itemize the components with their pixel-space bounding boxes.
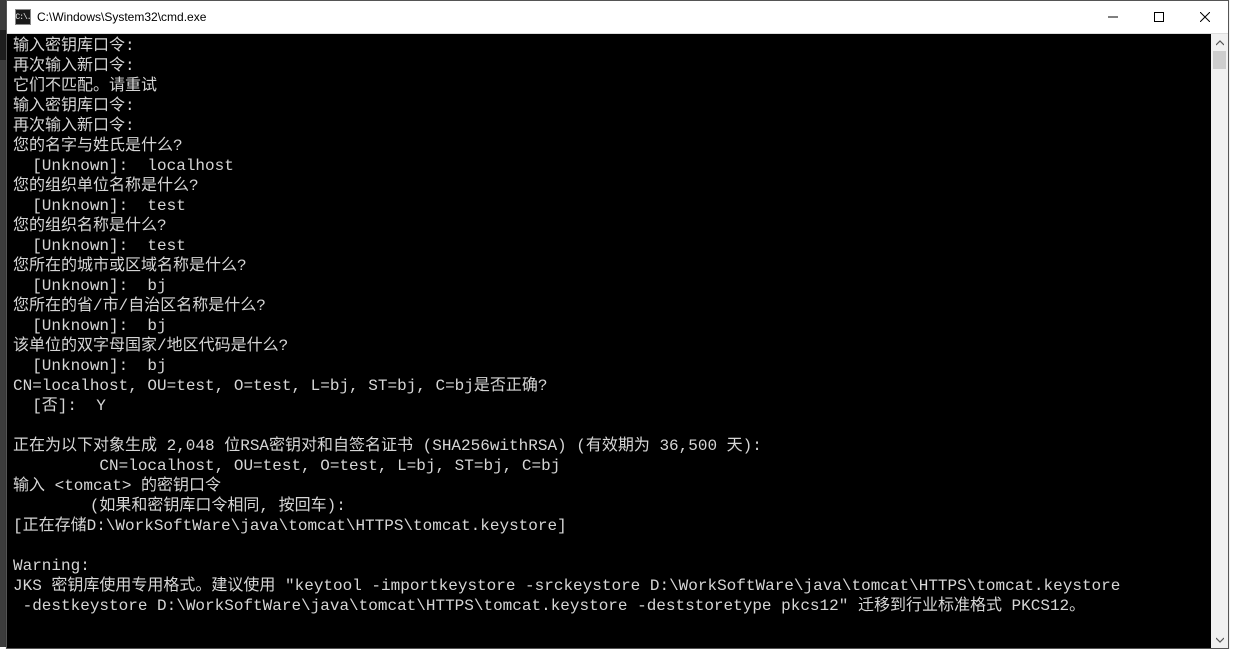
terminal-line — [13, 616, 1207, 636]
scroll-thumb[interactable] — [1213, 51, 1226, 69]
terminal-line: Warning: — [13, 556, 1207, 576]
terminal-line: 它们不匹配。请重试 — [13, 76, 1207, 96]
scroll-track[interactable] — [1211, 51, 1228, 631]
terminal-line: [Unknown]: test — [13, 236, 1207, 256]
chevron-down-icon — [1216, 636, 1224, 644]
terminal-line: [Unknown]: test — [13, 196, 1207, 216]
minimize-icon — [1108, 12, 1118, 22]
terminal-line: [Unknown]: bj — [13, 316, 1207, 336]
terminal-line: 输入 <tomcat> 的密钥口令 — [13, 476, 1207, 496]
maximize-icon — [1154, 12, 1164, 22]
terminal-line: 再次输入新口令: — [13, 56, 1207, 76]
terminal-line: 再次输入新口令: — [13, 116, 1207, 136]
chevron-up-icon — [1216, 39, 1224, 47]
terminal-line: 您所在的城市或区域名称是什么? — [13, 256, 1207, 276]
terminal-line: [否]: Y — [13, 396, 1207, 416]
titlebar[interactable]: C:\. C:\Windows\System32\cmd.exe — [7, 1, 1228, 34]
close-icon — [1200, 12, 1210, 22]
terminal-line: 您的名字与姓氏是什么? — [13, 136, 1207, 156]
terminal-line: [Unknown]: bj — [13, 356, 1207, 376]
close-button[interactable] — [1182, 1, 1228, 33]
maximize-button[interactable] — [1136, 1, 1182, 33]
terminal-line: CN=localhost, OU=test, O=test, L=bj, ST=… — [13, 376, 1207, 396]
cmd-window: C:\. C:\Windows\System32\cmd.exe 输入密钥库口令… — [6, 0, 1229, 649]
scroll-up-button[interactable] — [1211, 34, 1228, 51]
terminal-line — [13, 416, 1207, 436]
terminal-line — [13, 536, 1207, 556]
terminal-line: 您所在的省/市/自治区名称是什么? — [13, 296, 1207, 316]
terminal-line: (如果和密钥库口令相同, 按回车): — [13, 496, 1207, 516]
scroll-down-button[interactable] — [1211, 631, 1228, 648]
terminal-line: 该单位的双字母国家/地区代码是什么? — [13, 336, 1207, 356]
terminal-line: 输入密钥库口令: — [13, 36, 1207, 56]
cmd-app-icon: C:\. — [15, 9, 31, 25]
vertical-scrollbar[interactable] — [1211, 34, 1228, 648]
terminal-line: [Unknown]: bj — [13, 276, 1207, 296]
window-title: C:\Windows\System32\cmd.exe — [37, 10, 1090, 24]
terminal-line: -destkeystore D:\WorkSoftWare\java\tomca… — [13, 596, 1207, 616]
terminal-output[interactable]: 输入密钥库口令:再次输入新口令:它们不匹配。请重试输入密钥库口令:再次输入新口令… — [7, 34, 1211, 648]
terminal-line: [正在存储D:\WorkSoftWare\java\tomcat\HTTPS\t… — [13, 516, 1207, 536]
terminal-line: [Unknown]: localhost — [13, 156, 1207, 176]
terminal-line: 您的组织单位名称是什么? — [13, 176, 1207, 196]
terminal-line: 正在为以下对象生成 2,048 位RSA密钥对和自签名证书 (SHA256wit… — [13, 436, 1207, 456]
terminal-line: JKS 密钥库使用专用格式。建议使用 "keytool -importkeyst… — [13, 576, 1207, 596]
terminal-line: CN=localhost, OU=test, O=test, L=bj, ST=… — [13, 456, 1207, 476]
minimize-button[interactable] — [1090, 1, 1136, 33]
terminal-line: 您的组织名称是什么? — [13, 216, 1207, 236]
terminal-line: 输入密钥库口令: — [13, 96, 1207, 116]
terminal-area: 输入密钥库口令:再次输入新口令:它们不匹配。请重试输入密钥库口令:再次输入新口令… — [7, 34, 1228, 648]
window-controls — [1090, 1, 1228, 33]
